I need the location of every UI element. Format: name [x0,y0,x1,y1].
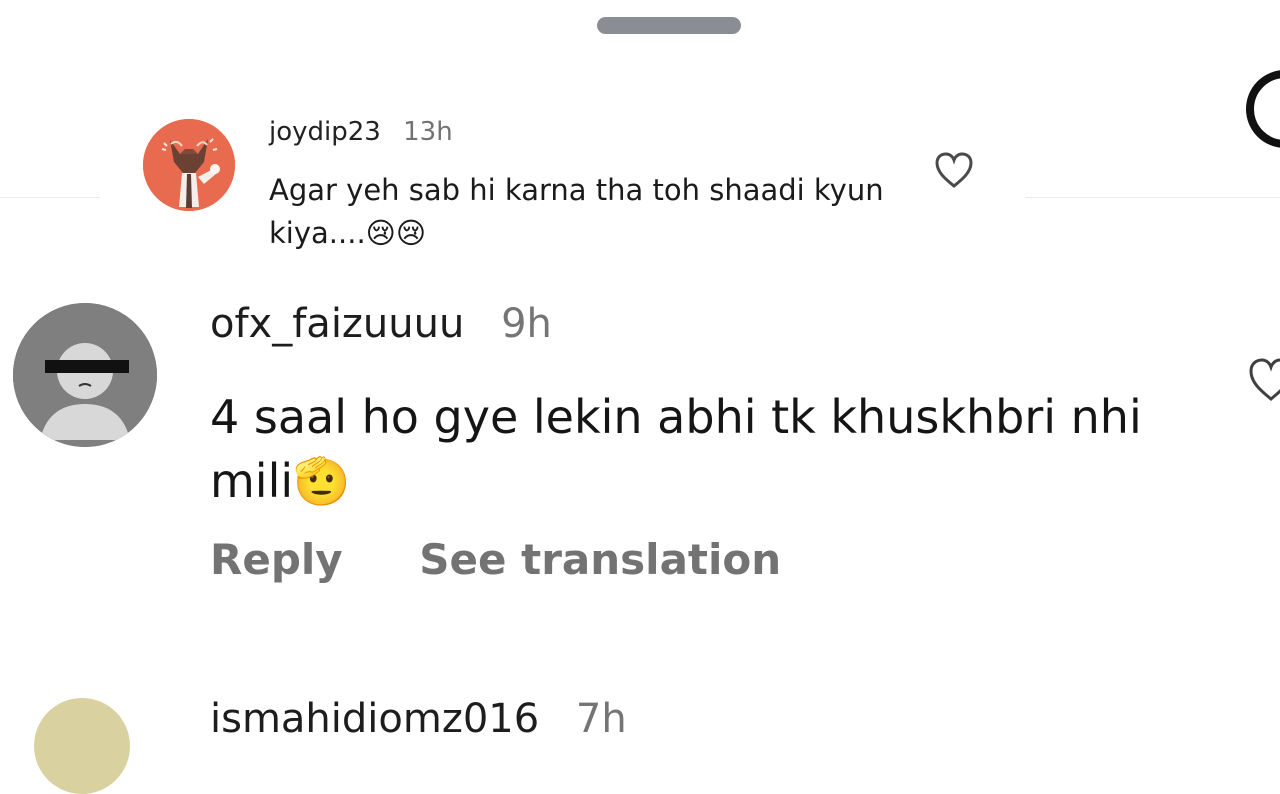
username[interactable]: ofx_faizuuuu [210,301,464,347]
comment-actions: Reply See translation [210,532,781,588]
comment-text: 4 saal ho gye lekin abhi tk khuskhbri nh… [210,390,1142,508]
reply-button[interactable]: Reply [210,535,343,584]
heart-icon[interactable] [932,150,976,190]
quoted-comment: joydip23 13h Agar yeh sab hi karna tha t… [100,104,1025,270]
sheet-drag-handle[interactable] [597,17,741,34]
next-comment-header: ismahidiomz016 7h [210,694,627,744]
comment-header: ofx_faizuuuu 9h [210,299,552,349]
default-user-avatar[interactable] [13,303,157,447]
timestamp: 9h [501,301,552,347]
divider-right [1025,197,1280,198]
cat-avatar-graphic [143,119,235,211]
user-avatar-graphic [13,303,157,447]
heart-icon[interactable] [1245,356,1280,404]
cartoon-cat-avatar[interactable] [143,119,235,211]
see-translation-button[interactable]: See translation [419,535,781,584]
comment-text: Agar yeh sab hi karna tha toh shaadi kyu… [269,173,884,250]
username[interactable]: ismahidiomz016 [210,696,539,742]
timestamp: 7h [575,696,627,742]
timestamp: 13h [403,117,453,147]
username[interactable]: joydip23 [269,117,381,147]
divider-left [0,197,100,198]
partial-circle-icon[interactable] [1246,70,1280,148]
user-avatar[interactable] [34,698,130,794]
quoted-comment-header: joydip23 13h [269,116,453,148]
